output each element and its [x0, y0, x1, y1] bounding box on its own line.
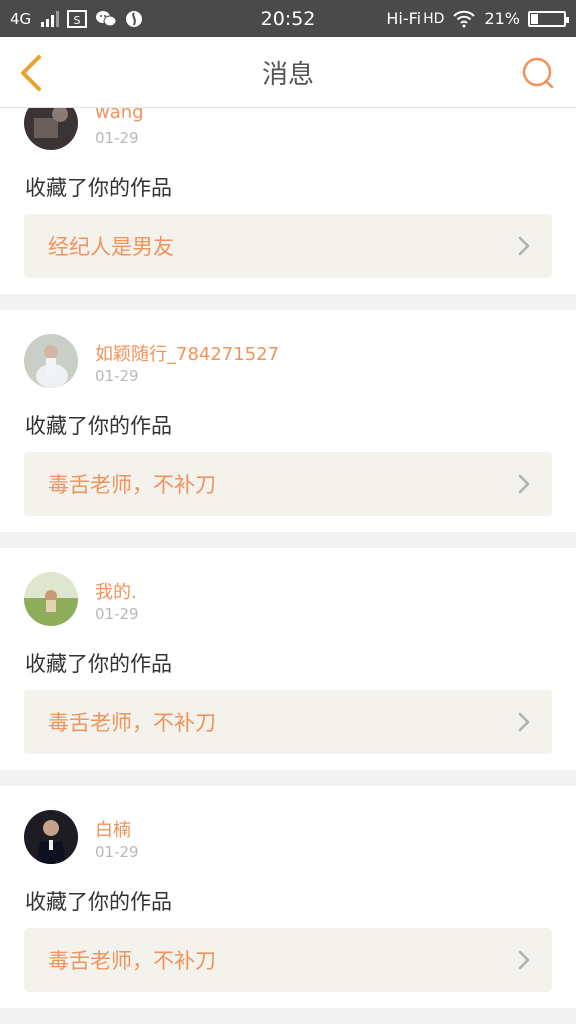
wechat-icon [95, 10, 117, 28]
search-button[interactable] [520, 55, 556, 91]
page-title: 消息 [261, 59, 314, 90]
work-link[interactable]: 毒舌老师，不补刀 [24, 452, 552, 516]
status-bar: 4G S 20:52 Hi-Fi HD 21% [0, 0, 576, 37]
chevron-right-icon [518, 236, 530, 256]
work-link[interactable]: 毒舌老师，不补刀 [24, 690, 552, 754]
work-title: 毒舌老师，不补刀 [48, 473, 216, 497]
action-text: 收藏了你的作品 [25, 414, 172, 438]
work-link[interactable]: 毒舌老师，不补刀 [24, 928, 552, 992]
network-type: 4G [10, 9, 32, 28]
signal-icon [41, 10, 60, 27]
work-title: 毒舌老师，不补刀 [48, 949, 216, 973]
work-link[interactable]: 经纪人是男友 [24, 214, 552, 278]
user-name[interactable]: 我的. [95, 578, 137, 604]
work-title: 经纪人是男友 [48, 235, 174, 259]
user-name[interactable]: 如颖随行_784271527 [95, 340, 279, 366]
battery-icon [528, 10, 569, 27]
chevron-right-icon [518, 474, 530, 494]
action-text: 收藏了你的作品 [25, 652, 172, 676]
status-right: Hi-Fi HD 21% [386, 9, 569, 28]
chevron-right-icon [518, 950, 530, 970]
chevron-left-icon [21, 55, 41, 91]
avatar[interactable] [24, 572, 78, 626]
message-date: 01-29 [95, 129, 139, 147]
message-card: 如颖随行_784271527 01-29 收藏了你的作品 毒舌老师，不补刀 [0, 310, 576, 532]
work-title: 毒舌老师，不补刀 [48, 711, 216, 735]
user-name[interactable]: 白楠 [95, 816, 131, 842]
screenshot-icon: S [67, 9, 88, 28]
avatar[interactable] [24, 810, 78, 864]
message-date: 01-29 [95, 367, 139, 385]
status-left: 4G S [10, 9, 143, 28]
message-card: 我的. 01-29 收藏了你的作品 毒舌老师，不补刀 [0, 548, 576, 770]
wifi-icon [452, 10, 476, 28]
back-button[interactable] [14, 53, 50, 93]
avatar[interactable] [24, 334, 78, 388]
hifi-label: Hi-Fi [386, 9, 422, 28]
hd-label: HD [423, 10, 445, 27]
top-nav-bar: 消息 [0, 37, 576, 108]
svg-text:S: S [74, 14, 81, 27]
battery-percent: 21% [484, 9, 520, 28]
message-date: 01-29 [95, 605, 139, 623]
message-card: 白楠 01-29 收藏了你的作品 毒舌老师，不补刀 [0, 786, 576, 1008]
action-text: 收藏了你的作品 [25, 890, 172, 914]
message-date: 01-29 [95, 843, 139, 861]
chevron-right-icon [518, 712, 530, 732]
app-notification-icon [125, 10, 143, 28]
search-icon [522, 57, 554, 89]
action-text: 收藏了你的作品 [25, 176, 172, 200]
